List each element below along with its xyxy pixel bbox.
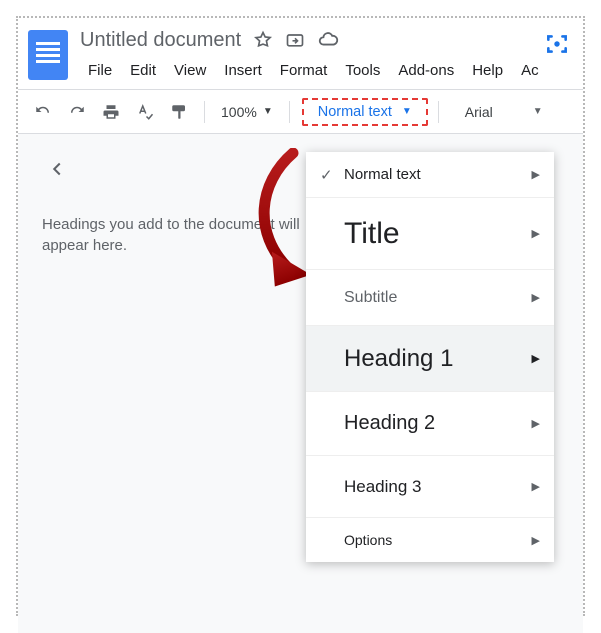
menu-format[interactable]: Format (272, 58, 336, 83)
style-option-options[interactable]: ✓ Options ▶ (306, 518, 554, 562)
submenu-arrow-icon: ▶ (532, 534, 540, 547)
zoom-dropdown[interactable]: 100% ▼ (215, 104, 279, 120)
submenu-arrow-icon: ▶ (532, 417, 540, 430)
zoom-value: 100% (221, 104, 257, 120)
check-icon: ✓ (320, 166, 344, 184)
menu-bar: File Edit View Insert Format Tools Add-o… (80, 58, 573, 83)
caret-down-icon: ▼ (402, 106, 412, 117)
menu-view[interactable]: View (166, 58, 214, 83)
toolbar-separator (204, 101, 205, 123)
screen-capture-icon[interactable] (543, 30, 571, 58)
submenu-arrow-icon: ▶ (532, 480, 540, 493)
toolbar-separator (438, 101, 439, 123)
menu-edit[interactable]: Edit (122, 58, 164, 83)
menu-addons[interactable]: Add-ons (390, 58, 462, 83)
spellcheck-button[interactable] (130, 97, 160, 127)
move-to-folder-icon[interactable] (285, 30, 305, 50)
caret-down-icon: ▼ (263, 106, 273, 117)
style-label: Subtitle (344, 289, 532, 307)
submenu-arrow-icon: ▶ (532, 291, 540, 304)
menu-tools[interactable]: Tools (337, 58, 388, 83)
document-title[interactable]: Untitled document (80, 29, 241, 52)
style-label: Normal text (344, 166, 532, 183)
undo-button[interactable] (28, 97, 58, 127)
style-label: Title (344, 217, 532, 251)
menu-file[interactable]: File (80, 58, 120, 83)
paint-format-button[interactable] (164, 97, 194, 127)
cloud-status-icon[interactable] (317, 29, 339, 51)
star-icon[interactable] (253, 30, 273, 50)
paragraph-styles-menu: ✓ Normal text ▶ ✓ Title ▶ ✓ Subtitle ▶ ✓… (306, 152, 554, 562)
menu-truncated[interactable]: Ac (513, 58, 547, 83)
style-option-heading-3[interactable]: ✓ Heading 3 ▶ (306, 456, 554, 518)
submenu-arrow-icon: ▶ (532, 227, 540, 240)
caret-down-icon: ▼ (533, 106, 543, 117)
style-option-subtitle[interactable]: ✓ Subtitle ▶ (306, 270, 554, 326)
print-button[interactable] (96, 97, 126, 127)
styles-label: Normal text (318, 104, 392, 120)
style-option-heading-2[interactable]: ✓ Heading 2 ▶ (306, 392, 554, 456)
style-option-heading-1[interactable]: ✓ Heading 1 ▶ (306, 326, 554, 392)
toolbar-separator (289, 101, 290, 123)
style-label: Heading 2 (344, 412, 532, 435)
toolbar: 100% ▼ Normal text ▼ Arial ▼ (18, 89, 583, 133)
menu-help[interactable]: Help (464, 58, 511, 83)
paragraph-styles-dropdown[interactable]: Normal text ▼ (302, 98, 428, 126)
style-label: Heading 1 (344, 345, 532, 373)
style-option-normal-text[interactable]: ✓ Normal text ▶ (306, 152, 554, 198)
outline-placeholder: Headings you add to the document will ap… (42, 214, 302, 256)
submenu-arrow-icon: ▶ (532, 352, 540, 365)
docs-logo[interactable] (28, 30, 68, 80)
submenu-arrow-icon: ▶ (532, 168, 540, 181)
style-option-title[interactable]: ✓ Title ▶ (306, 198, 554, 270)
font-label: Arial (465, 104, 493, 120)
style-label: Heading 3 (344, 477, 532, 497)
outline-collapse-button[interactable] (42, 154, 72, 184)
font-family-dropdown[interactable]: Arial ▼ (457, 104, 551, 120)
style-label: Options (344, 532, 532, 548)
redo-button[interactable] (62, 97, 92, 127)
menu-insert[interactable]: Insert (216, 58, 270, 83)
